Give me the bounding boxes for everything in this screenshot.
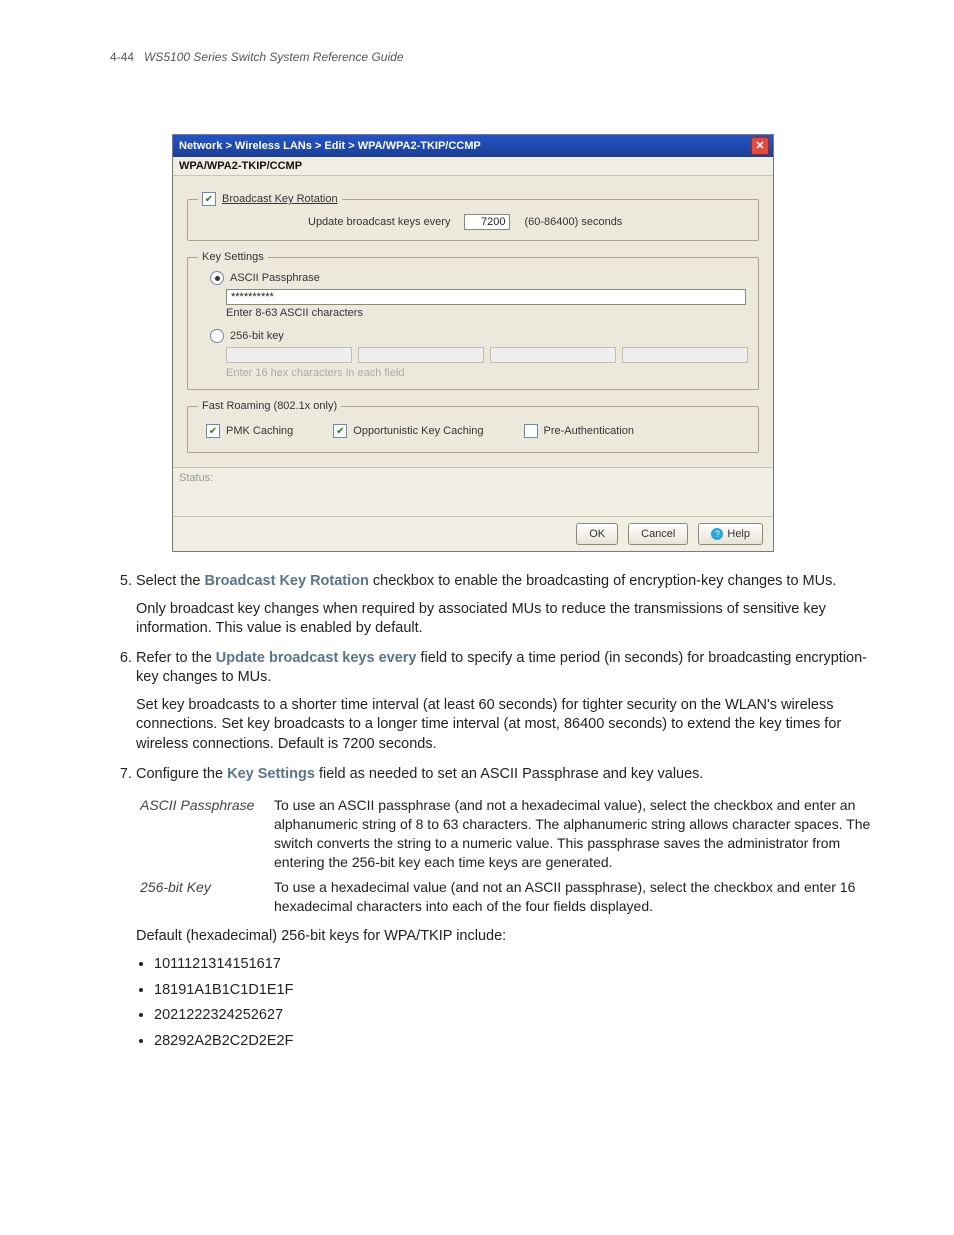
- dialog-window: Network > Wireless LANs > Edit > WPA/WPA…: [172, 134, 774, 552]
- document-body: Select the Broadcast Key Rotation checkb…: [110, 572, 884, 1051]
- status-label: Status:: [179, 472, 213, 484]
- broadcast-rotation-checkbox[interactable]: ✔: [202, 192, 216, 206]
- ascii-hint: Enter 8-63 ASCII characters: [226, 307, 748, 319]
- step-5: Select the Broadcast Key Rotation checkb…: [136, 572, 884, 639]
- fast-roaming-group: Fast Roaming (802.1x only) ✔ PMK Caching…: [187, 400, 759, 453]
- help-icon: ?: [711, 528, 723, 540]
- 256bit-input-2[interactable]: [358, 347, 484, 363]
- pre-auth-label: Pre-Authentication: [544, 425, 635, 437]
- pmk-caching-label: PMK Caching: [226, 425, 293, 437]
- broadcast-key-rotation-group: ✔ Broadcast Key Rotation Update broadcas…: [187, 192, 759, 241]
- button-bar: OK Cancel ?Help: [173, 516, 773, 551]
- update-keys-range: (60-86400) seconds: [524, 216, 622, 228]
- bit-term: 256-bit Key: [140, 878, 260, 916]
- dialog-titlebar: Network > Wireless LANs > Edit > WPA/WPA…: [173, 135, 773, 157]
- default-key-1: 1011121314151617: [154, 955, 884, 975]
- update-keys-label: Update broadcast keys every: [308, 216, 450, 228]
- close-icon[interactable]: ✕: [751, 137, 769, 155]
- bit-desc: To use a hexadecimal value (and not an A…: [274, 878, 884, 916]
- 256bit-radio[interactable]: [210, 329, 224, 343]
- 256bit-input-1[interactable]: [226, 347, 352, 363]
- doc-title: WS5100 Series Switch System Reference Gu…: [144, 50, 403, 64]
- default-key-2: 18191A1B1C1D1E1F: [154, 981, 884, 1001]
- help-button[interactable]: ?Help: [698, 523, 763, 545]
- page-header: 4-44 WS5100 Series Switch System Referen…: [110, 50, 884, 64]
- key-settings-group: Key Settings ASCII Passphrase **********…: [187, 251, 759, 390]
- 256bit-hint: Enter 16 hex characters in each field: [226, 367, 748, 379]
- ascii-passphrase-label: ASCII Passphrase: [230, 272, 320, 284]
- cancel-button[interactable]: Cancel: [628, 523, 688, 545]
- 256bit-input-4[interactable]: [622, 347, 748, 363]
- pmk-caching-checkbox[interactable]: ✔: [206, 424, 220, 438]
- 256bit-label: 256-bit key: [230, 330, 284, 342]
- default-key-4: 28292A2B2C2D2E2F: [154, 1032, 884, 1052]
- defaults-intro: Default (hexadecimal) 256-bit keys for W…: [136, 927, 884, 947]
- page-number: 4-44: [110, 50, 134, 64]
- ascii-passphrase-radio[interactable]: [210, 271, 224, 285]
- opportunistic-caching-label: Opportunistic Key Caching: [353, 425, 483, 437]
- breadcrumb: Network > Wireless LANs > Edit > WPA/WPA…: [179, 140, 481, 152]
- step-6: Refer to the Update broadcast keys every…: [136, 649, 884, 755]
- ascii-passphrase-input[interactable]: **********: [226, 289, 746, 305]
- step-7: Configure the Key Settings field as need…: [136, 765, 884, 785]
- dialog-subtitle: WPA/WPA2-TKIP/CCMP: [173, 157, 773, 176]
- update-keys-input[interactable]: 7200: [464, 214, 510, 230]
- opportunistic-caching-checkbox[interactable]: ✔: [333, 424, 347, 438]
- ascii-term: ASCII Passphrase: [140, 796, 260, 872]
- status-area: Status:: [173, 467, 773, 516]
- ok-button[interactable]: OK: [576, 523, 618, 545]
- 256bit-input-3[interactable]: [490, 347, 616, 363]
- broadcast-rotation-legend: Broadcast Key Rotation: [222, 193, 338, 205]
- ascii-desc: To use an ASCII passphrase (and not a he…: [274, 796, 884, 872]
- key-settings-legend: Key Settings: [198, 251, 268, 263]
- pre-auth-checkbox[interactable]: [524, 424, 538, 438]
- fast-roaming-legend: Fast Roaming (802.1x only): [198, 400, 341, 412]
- default-key-3: 2021222324252627: [154, 1006, 884, 1026]
